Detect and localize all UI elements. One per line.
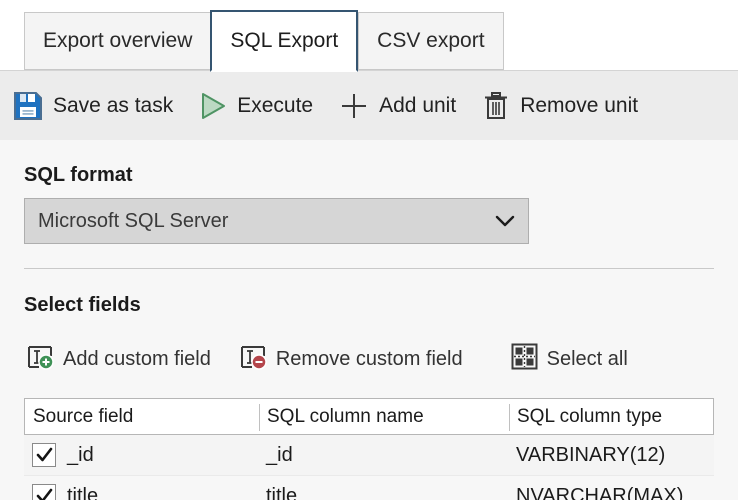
tab-label: CSV export [377,29,484,53]
remove-unit-button[interactable]: Remove unit [469,71,651,140]
field-action-label: Add custom field [63,348,211,371]
cell-sql-column-type: NVARCHAR(MAX) [508,476,714,500]
source-field-value: title [67,485,98,500]
tab-list: Export overview SQL Export CSV export [24,10,504,70]
cell-sql-column-name: title [258,476,508,500]
select-all-button[interactable]: Select all [505,338,634,380]
sql-format-select[interactable]: Microsoft SQL Server [24,198,529,244]
column-header-source-field[interactable]: Source field [25,399,259,434]
add-field-icon [26,344,54,375]
play-icon [199,92,227,120]
field-action-label: Select all [547,348,628,371]
toolbar-item-label: Execute [237,94,313,118]
tab-export-overview[interactable]: Export overview [24,12,210,70]
tab-strip: Export overview SQL Export CSV export [0,0,738,70]
execute-button[interactable]: Execute [186,71,326,140]
source-field-value: _id [67,444,94,467]
floppy-disk-icon [13,91,43,121]
tab-sql-export[interactable]: SQL Export [210,10,358,72]
toolbar-item-label: Save as task [53,94,173,118]
field-actions-bar: Add custom field Remove custom field [20,338,720,380]
toolbar-item-label: Remove unit [520,94,638,118]
cell-sql-column-type: VARBINARY(12) [508,435,714,475]
chevron-down-icon [482,214,528,228]
remove-custom-field-button[interactable]: Remove custom field [233,338,469,380]
trash-icon [482,91,510,121]
plus-icon [339,91,369,121]
table-row[interactable]: title title NVARCHAR(MAX) [24,476,714,500]
section-divider [24,268,714,269]
fields-table: Source field SQL column name SQL column … [24,398,714,500]
field-action-label: Remove custom field [276,348,463,371]
sql-format-heading: SQL format [24,164,133,187]
cell-source-field: _id [24,435,258,475]
toolbar: Save as task Execute Add unit [0,70,738,140]
content-area: SQL format Microsoft SQL Server Select f… [0,140,738,500]
cell-source-field: title [24,476,258,500]
select-fields-heading: Select fields [24,294,141,317]
add-unit-button[interactable]: Add unit [326,71,469,140]
table-header-row: Source field SQL column name SQL column … [24,398,714,435]
cell-sql-column-name: _id [258,435,508,475]
add-custom-field-button[interactable]: Add custom field [20,338,217,380]
row-checkbox[interactable] [32,443,56,467]
tab-label: Export overview [43,29,192,53]
column-header-sql-column-name[interactable]: SQL column name [259,399,509,434]
column-header-sql-column-type[interactable]: SQL column type [509,399,713,434]
row-checkbox[interactable] [32,484,56,500]
tab-label: SQL Export [230,29,338,53]
tab-csv-export[interactable]: CSV export [358,12,503,70]
select-all-icon [511,343,538,375]
remove-field-icon [239,344,267,375]
save-as-task-button[interactable]: Save as task [0,71,186,140]
toolbar-item-label: Add unit [379,94,456,118]
table-row[interactable]: _id _id VARBINARY(12) [24,435,714,476]
sql-export-panel: Export overview SQL Export CSV export [0,0,738,500]
sql-format-selected-value: Microsoft SQL Server [25,210,482,233]
